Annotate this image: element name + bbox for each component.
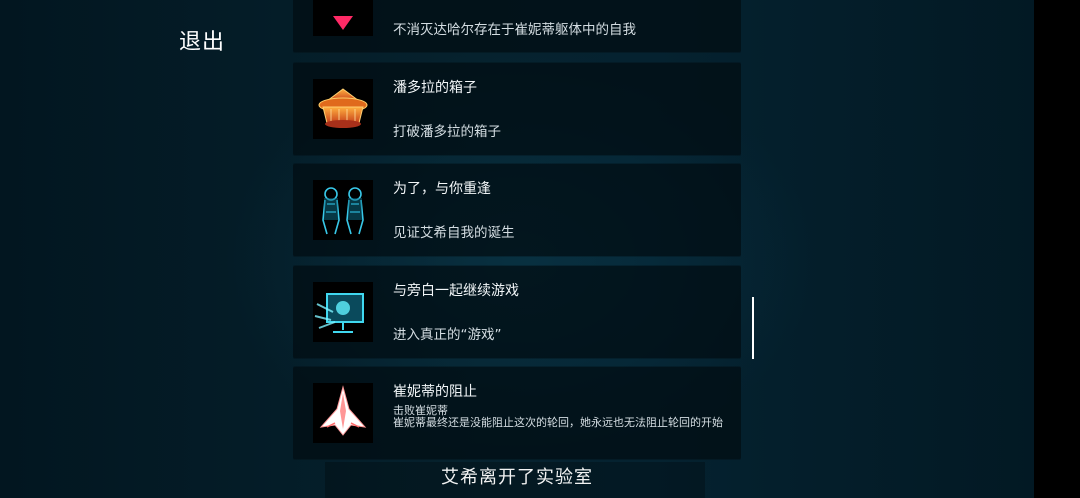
achievement-title: 崔妮蒂的阻止 (393, 384, 477, 400)
achievement-desc: 打破潘多拉的箱子 (393, 124, 501, 140)
achievement-desc-line2: 崔妮蒂最终还是没能阻止这次的轮回，她永远也无法阻止轮回的开始 (393, 416, 723, 429)
monitor-icon (313, 282, 373, 342)
list-scrollbar[interactable] (752, 297, 754, 359)
achievement-title: 为了，与你重逢 (393, 181, 491, 197)
achievement-card[interactable]: 潘多拉的箱子 打破潘多拉的箱子 (293, 63, 741, 155)
exit-button[interactable]: 退出 (179, 24, 225, 56)
pandora-box-icon (313, 79, 373, 139)
achievement-desc: 击败崔妮蒂 崔妮蒂最终还是没能阻止这次的轮回，她永远也无法阻止轮回的开始 (393, 405, 733, 429)
achievement-list[interactable]: 不消灭达哈尔存在于崔妮蒂躯体中的自我 潘多拉的箱子 打破潘多拉的箱子 为了，与你… (293, 0, 741, 498)
achievement-card[interactable]: 为了，与你重逢 见证艾希自我的诞生 (293, 164, 741, 256)
achievement-desc: 不消灭达哈尔存在于崔妮蒂躯体中的自我 (393, 22, 636, 38)
achievement-card[interactable]: 不消灭达哈尔存在于崔妮蒂躯体中的自我 (293, 0, 741, 52)
spaceship-icon (313, 383, 373, 443)
achievement-title: 潘多拉的箱子 (393, 80, 477, 96)
right-edge-bar (1034, 0, 1080, 498)
dialogue-subtitle: 艾希离开了实验室 (441, 467, 593, 488)
achievement-desc: 见证艾希自我的诞生 (393, 225, 515, 241)
achievement-card[interactable]: 崔妮蒂的阻止 击败崔妮蒂 崔妮蒂最终还是没能阻止这次的轮回，她永远也无法阻止轮回… (293, 367, 741, 459)
achievement-desc: 进入真正的“游戏” (393, 327, 502, 343)
achievement-title: 与旁白一起继续游戏 (393, 283, 519, 299)
twin-figures-icon (313, 180, 373, 240)
achievement-card[interactable]: 与旁白一起继续游戏 进入真正的“游戏” (293, 266, 741, 358)
red-heart-icon (313, 0, 373, 36)
